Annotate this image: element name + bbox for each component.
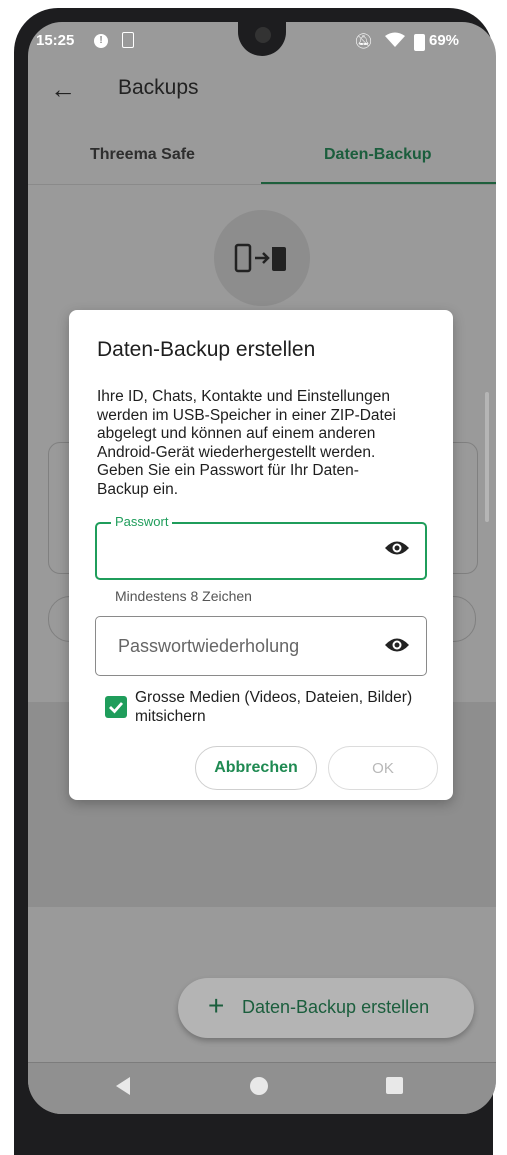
dialog-message: Ihre ID, Chats, Kontakte und Einstellung… <box>97 388 396 498</box>
create-backup-fab[interactable]: + Daten-Backup erstellen <box>178 978 474 1038</box>
create-backup-dialog: Daten-Backup erstellen Ihre ID, Chats, K… <box>69 310 453 800</box>
status-time: 15:25 <box>36 32 75 49</box>
phone-to-sdcard-icon <box>214 243 310 280</box>
navigation-bar <box>28 1062 496 1114</box>
battery-percent: 69% <box>429 32 460 49</box>
ok-button[interactable]: OK <box>328 746 438 790</box>
backup-illustration <box>214 210 310 306</box>
tab-threema-safe[interactable]: Threema Safe <box>90 146 195 164</box>
wifi-icon <box>385 32 405 51</box>
tab-bar: Threema Safe Daten-Backup <box>28 132 496 185</box>
plus-icon: + <box>208 990 225 1021</box>
fab-label: Daten-Backup erstellen <box>242 997 430 1017</box>
password-label: Passwort <box>111 514 173 529</box>
arrow-left-icon[interactable]: ← <box>50 74 76 105</box>
scrollbar[interactable] <box>485 392 489 522</box>
include-media-checkbox[interactable] <box>105 696 127 718</box>
app-bar: ← Backups <box>28 62 496 116</box>
include-media-label[interactable]: Grosse Medien (Videos, Dateien, Bilder) … <box>135 688 425 726</box>
eye-icon[interactable] <box>384 637 410 653</box>
sim-icon <box>122 32 134 48</box>
page-title: Backups <box>118 76 199 99</box>
eye-icon[interactable] <box>384 540 410 556</box>
password-input[interactable] <box>115 540 379 563</box>
nav-recents-icon[interactable] <box>386 1077 403 1094</box>
tab-daten-backup[interactable]: Daten-Backup <box>324 146 432 164</box>
tab-divider <box>28 184 496 185</box>
battery-icon <box>414 34 425 51</box>
alert-icon: ! <box>94 34 108 48</box>
password-repeat-input[interactable] <box>116 635 380 658</box>
checkmark-icon <box>109 702 124 714</box>
cancel-button[interactable]: Abbrechen <box>195 746 317 790</box>
nav-back-icon[interactable] <box>116 1077 130 1095</box>
nav-home-icon[interactable] <box>250 1077 268 1095</box>
password-field[interactable]: Passwort <box>95 514 427 580</box>
camera-icon <box>255 27 271 43</box>
password-repeat-field[interactable] <box>95 616 427 676</box>
password-helper-text: Mindestens 8 Zeichen <box>115 588 252 604</box>
mute-icon: 🔕︎ <box>354 33 374 50</box>
dialog-title: Daten-Backup erstellen <box>97 338 316 361</box>
